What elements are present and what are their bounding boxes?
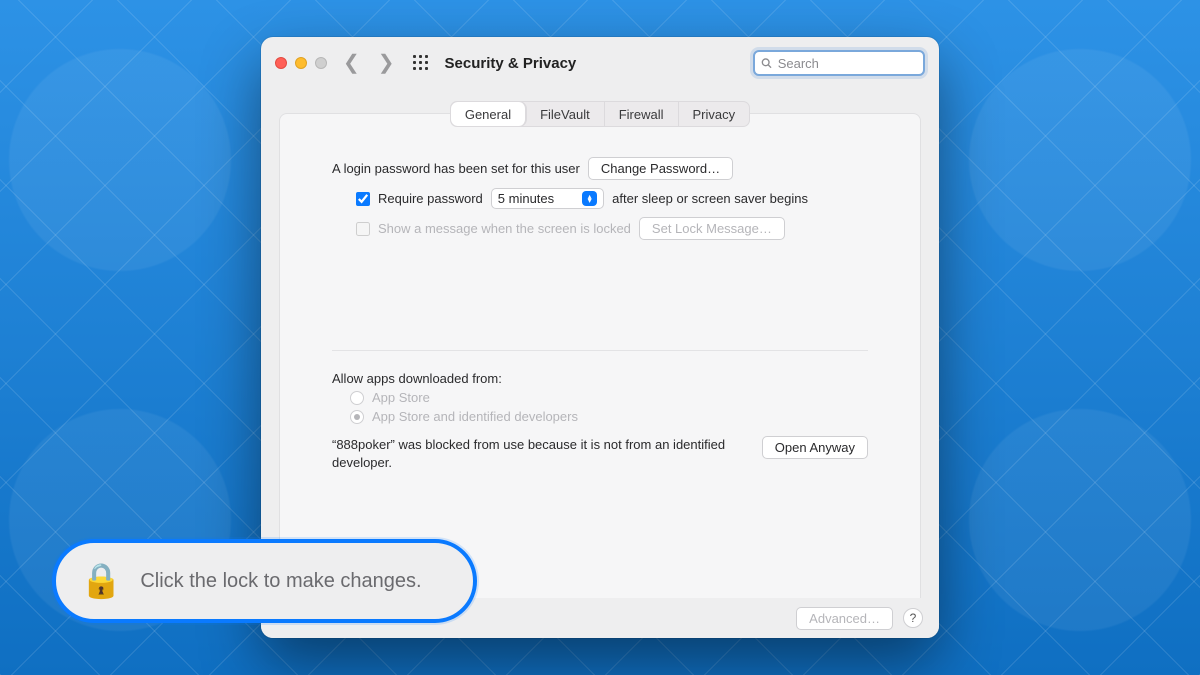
require-password-label: Require password [378, 191, 483, 206]
tab-firewall[interactable]: Firewall [605, 102, 679, 126]
help-button[interactable]: ? [903, 608, 923, 628]
tab-bar: General FileVault Firewall Privacy [450, 101, 750, 127]
show-message-checkbox [356, 222, 370, 236]
radio-identified-developers-label: App Store and identified developers [372, 409, 578, 424]
radio-app-store-label: App Store [372, 390, 430, 405]
require-password-checkbox[interactable] [356, 192, 370, 206]
radio-app-store [350, 391, 364, 405]
show-message-label: Show a message when the screen is locked [378, 221, 631, 236]
require-password-delay-value: 5 minutes [498, 191, 554, 206]
search-input[interactable] [778, 56, 917, 71]
window-controls [275, 57, 327, 69]
tab-filevault[interactable]: FileVault [526, 102, 605, 126]
open-anyway-button[interactable]: Open Anyway [762, 436, 868, 459]
back-button[interactable]: ❮ [343, 53, 360, 73]
lock-icon[interactable]: 🔒 [80, 564, 122, 598]
allow-apps-heading: Allow apps downloaded from: [332, 371, 868, 386]
lock-hint-text: Click the lock to make changes. [140, 570, 421, 593]
set-lock-message-button: Set Lock Message… [639, 217, 785, 240]
advanced-button[interactable]: Advanced… [796, 607, 893, 630]
search-icon [761, 57, 772, 69]
search-field[interactable] [753, 50, 925, 76]
login-password-label: A login password has been set for this u… [332, 161, 580, 176]
close-window-button[interactable] [275, 57, 287, 69]
show-all-icon[interactable] [413, 55, 429, 71]
tab-general[interactable]: General [451, 102, 526, 126]
titlebar: ❮ ❯ Security & Privacy [261, 37, 939, 89]
stepper-icon: ▴▾ [582, 191, 597, 206]
zoom-window-button[interactable] [315, 57, 327, 69]
change-password-button[interactable]: Change Password… [588, 157, 733, 180]
minimize-window-button[interactable] [295, 57, 307, 69]
lock-callout: 🔒 Click the lock to make changes. [52, 539, 477, 623]
window-title: Security & Privacy [445, 55, 577, 72]
require-password-delay-select[interactable]: 5 minutes ▴▾ [491, 188, 604, 209]
radio-identified-developers [350, 410, 364, 424]
tab-privacy[interactable]: Privacy [679, 102, 750, 126]
require-password-after-label: after sleep or screen saver begins [612, 191, 808, 206]
blocked-app-message: “888poker” was blocked from use because … [332, 436, 748, 471]
forward-button[interactable]: ❯ [378, 53, 395, 73]
